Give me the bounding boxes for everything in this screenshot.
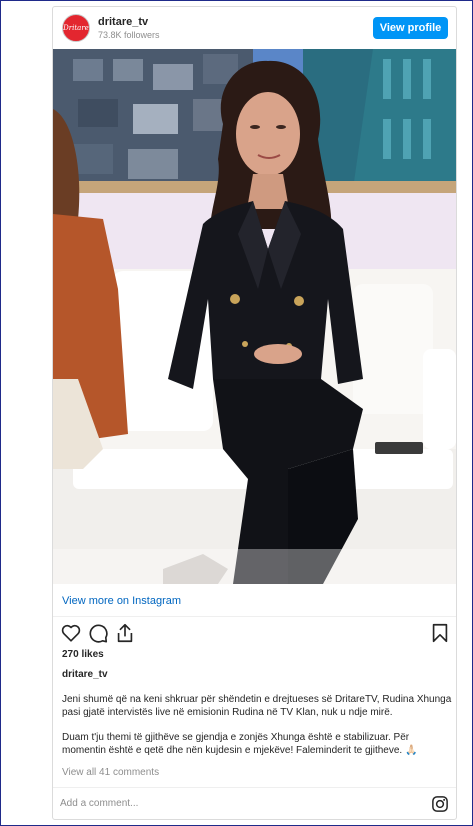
avatar-logo-text: Dritare xyxy=(63,24,89,32)
heart-icon[interactable] xyxy=(60,622,82,644)
follower-count: 73.8K followers xyxy=(98,30,160,40)
account-handle[interactable]: dritare_tv xyxy=(98,16,148,28)
caption-paragraph: Jeni shumë që na keni shkruar për shënde… xyxy=(62,694,452,718)
share-icon[interactable] xyxy=(114,622,136,644)
avatar[interactable]: Dritare xyxy=(62,14,90,42)
post-photo-image xyxy=(53,49,456,584)
post-header: Dritare dritare_tv 73.8K followers View … xyxy=(53,7,456,49)
post-actions xyxy=(53,622,456,648)
instagram-embed-card: Dritare dritare_tv 73.8K followers View … xyxy=(52,6,457,820)
view-all-comments-link[interactable]: View all 41 comments xyxy=(62,767,159,778)
caption-paragraph: Duam t'ju themi të gjithëve se gjendja e… xyxy=(62,732,418,756)
divider xyxy=(53,616,456,617)
post-caption: Jeni shumë që na keni shkruar për shënde… xyxy=(62,693,452,769)
post-photo[interactable] xyxy=(53,49,456,584)
caption-username[interactable]: dritare_tv xyxy=(62,669,108,680)
like-count[interactable]: 270 likes xyxy=(62,649,104,660)
view-more-on-instagram-link[interactable]: View more on Instagram xyxy=(62,595,181,607)
instagram-icon[interactable] xyxy=(431,795,449,813)
comment-icon[interactable] xyxy=(87,622,109,644)
bookmark-icon[interactable] xyxy=(429,622,451,644)
view-profile-button[interactable]: View profile xyxy=(373,17,448,39)
add-comment-input[interactable] xyxy=(60,794,400,812)
divider xyxy=(53,787,456,788)
